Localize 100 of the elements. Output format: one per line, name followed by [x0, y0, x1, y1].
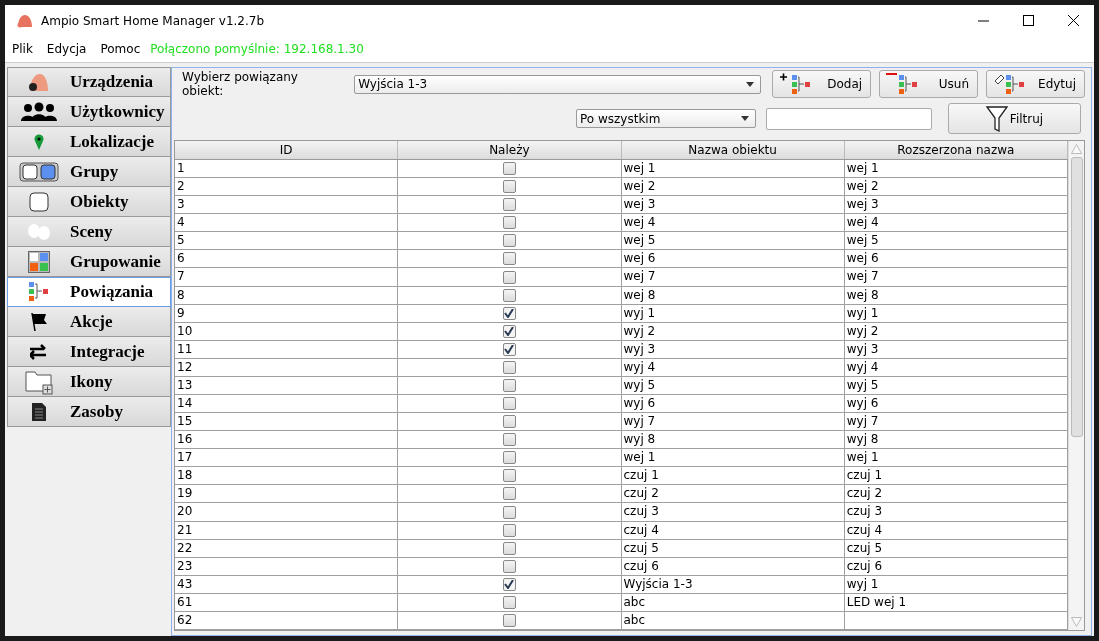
checkbox[interactable] — [502, 487, 516, 501]
scroll-up-icon[interactable] — [1071, 144, 1082, 154]
table-cell: wej 3 — [621, 196, 845, 214]
toolbar-button[interactable]: Edytuj — [986, 70, 1085, 98]
table-cell: 9 — [175, 304, 399, 322]
table-cell: wyj 7 — [621, 413, 845, 431]
checkbox[interactable] — [502, 360, 516, 374]
checkbox[interactable] — [502, 180, 516, 194]
column-header[interactable]: Nazwa obiektu — [621, 141, 845, 159]
checkbox[interactable] — [502, 614, 516, 627]
filter-mode-dropdown[interactable]: Po wszystkim — [576, 109, 756, 128]
swap-arrows-icon — [30, 343, 48, 360]
table-cell: 4 — [175, 214, 399, 232]
table-cell: 2 — [175, 178, 399, 196]
checkbox[interactable] — [502, 252, 516, 266]
checkbox[interactable] — [502, 523, 516, 537]
toolbar-button[interactable]: Usuń — [879, 70, 979, 98]
table-cell: 16 — [175, 431, 399, 449]
vertical-scrollbar[interactable] — [1068, 141, 1084, 630]
table-cell: 8 — [175, 286, 399, 304]
table-cell: wej 4 — [621, 214, 845, 232]
scroll-down-icon[interactable] — [1071, 617, 1082, 627]
table-cell: czuj 6 — [621, 557, 845, 575]
checkbox[interactable] — [502, 288, 516, 302]
table-cell: wej 2 — [621, 178, 845, 196]
table-cell: Wyjścia 1-3 — [621, 575, 845, 593]
checkbox[interactable] — [502, 397, 516, 411]
table-cell: 14 — [175, 395, 399, 413]
checkbox[interactable] — [502, 216, 516, 230]
scrollbar-thumb[interactable] — [1070, 157, 1083, 437]
checkbox[interactable] — [502, 433, 516, 447]
dropdown-arrow-icon — [741, 116, 749, 121]
checkbox[interactable] — [502, 595, 516, 609]
maximize-icon[interactable] — [1023, 15, 1034, 26]
sidebar-item[interactable]: Grupy — [7, 157, 171, 187]
sidebar-item[interactable]: Powiązania — [7, 277, 171, 307]
column-header[interactable]: Należy — [398, 141, 622, 159]
document-icon — [32, 402, 46, 421]
menu-item[interactable]: Edycja — [46, 42, 87, 56]
toolbar-button[interactable]: Dodaj — [772, 70, 872, 98]
checkbox[interactable] — [502, 162, 516, 176]
table-cell: wej 5 — [621, 232, 845, 250]
checkbox[interactable] — [502, 559, 516, 573]
table-cell: 7 — [175, 268, 399, 286]
table-cell: 19 — [175, 485, 399, 503]
dropdown-arrow-icon — [746, 81, 755, 87]
checkbox[interactable] — [502, 198, 516, 212]
sidebar-item[interactable]: Akcje — [7, 307, 171, 337]
checkbox[interactable] — [502, 505, 516, 519]
map-pin-icon — [34, 133, 44, 150]
flag-icon — [30, 311, 48, 332]
dome-icon — [28, 72, 50, 92]
checkbox[interactable] — [502, 415, 516, 429]
checkbox[interactable] — [502, 541, 516, 555]
filter-button[interactable]: Filtruj — [948, 103, 1081, 134]
sidebar-item[interactable]: Urządzenia — [7, 67, 171, 97]
sidebar-item[interactable]: Ikony — [7, 367, 171, 397]
column-header[interactable]: ID — [175, 141, 399, 159]
checkbox[interactable] — [502, 270, 516, 284]
checkbox[interactable] — [502, 342, 516, 356]
checkmark-icon — [504, 308, 515, 318]
users-icon — [20, 101, 58, 122]
sidebar-item[interactable]: Zasoby — [7, 397, 171, 427]
checkbox[interactable] — [502, 324, 516, 338]
object-dropdown[interactable]: Wyjścia 1-3 — [354, 74, 762, 94]
sidebar-item[interactable]: Lokalizacje — [7, 127, 171, 157]
table-cell: 62 — [175, 611, 399, 630]
table-cell: wyj 3 — [621, 340, 845, 358]
checkbox[interactable] — [502, 577, 516, 591]
menu-item[interactable]: Pomoc — [100, 42, 141, 56]
close-icon[interactable] — [1068, 15, 1079, 26]
sidebar-item[interactable]: Obiekty — [7, 187, 171, 217]
table-cell: czuj 4 — [621, 521, 845, 539]
table-cell: czuj 1 — [621, 467, 845, 485]
table-cell: 61 — [175, 593, 399, 611]
filter-input-field[interactable] — [766, 107, 932, 130]
folder-add-icon — [25, 368, 53, 395]
checkbox[interactable] — [502, 378, 516, 392]
table-cell: abc — [621, 611, 845, 630]
table-cell: czuj 2 — [621, 485, 845, 503]
checkbox[interactable] — [502, 306, 516, 320]
table-cell: 10 — [175, 322, 399, 340]
connection-status: Połączono pomyślnie: 192.168.1.30 — [150, 42, 364, 56]
two-squares-icon — [19, 161, 59, 182]
linked-nodes-icon — [28, 281, 50, 303]
checkbox[interactable] — [502, 234, 516, 248]
window-title: Ampio Smart Home Manager v1.2.7b — [41, 13, 265, 28]
sidebar-item[interactable]: Użytkownicy — [7, 97, 171, 127]
checkbox[interactable] — [502, 451, 516, 465]
checkbox[interactable] — [502, 469, 516, 483]
table-cell: czuj 5 — [621, 539, 845, 557]
menu-item[interactable]: Plik — [12, 42, 33, 56]
sidebar-item[interactable]: Sceny — [7, 217, 171, 247]
sidebar-item[interactable]: Integracje — [7, 337, 171, 367]
checkmark-icon — [504, 344, 515, 354]
table-cell: 18 — [175, 467, 399, 485]
table-cell: 6 — [175, 250, 399, 268]
sidebar-item[interactable]: Grupowanie — [7, 247, 171, 277]
table-cell: wyj 4 — [621, 358, 845, 376]
object-select-label: Wybierz powiązany obiekt: — [182, 70, 299, 98]
